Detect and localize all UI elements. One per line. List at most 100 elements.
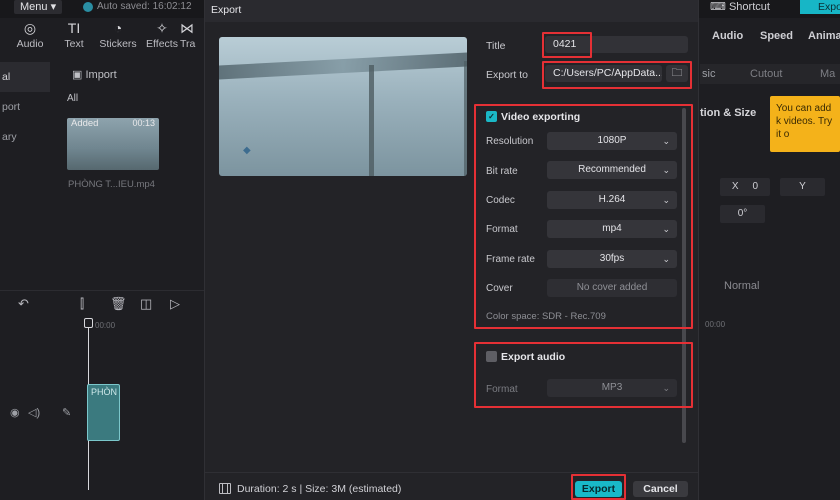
format-select[interactable]: mp4 ⌄ xyxy=(547,220,677,238)
format-label: Format xyxy=(486,224,518,235)
left-nav-item[interactable]: ary xyxy=(0,122,50,152)
tool-transitions-label: Tra xyxy=(180,38,196,50)
chevron-down-icon: ⌄ xyxy=(662,224,670,234)
chevron-down-icon: ⌄ xyxy=(662,165,670,175)
import-label: Import xyxy=(85,69,117,81)
audio-export-heading: Export audio xyxy=(501,351,566,363)
dialog-header xyxy=(205,0,698,22)
tab-animation[interactable]: Anima xyxy=(808,30,840,42)
tool-text[interactable]: TI Text xyxy=(52,20,96,50)
left-nav-item[interactable]: al xyxy=(0,62,50,92)
chevron-down-icon: ⌄ xyxy=(662,136,670,146)
media-toolbar: ◎ Audio TI Text ◔ Stickers ✧ Effects ⋈ Tra xyxy=(0,20,205,56)
delete-icon[interactable]: 🗑 xyxy=(110,296,127,312)
menu-label: Menu xyxy=(20,1,48,13)
subtab-basic[interactable]: sic xyxy=(702,68,715,80)
footer-divider xyxy=(205,472,698,473)
cover-button[interactable]: No cover added xyxy=(547,279,677,297)
bitrate-select[interactable]: Recommended ⌄ xyxy=(547,161,677,179)
framerate-select[interactable]: 30fps ⌄ xyxy=(547,250,677,268)
framerate-value: 30fps xyxy=(599,253,625,264)
codec-value: H.264 xyxy=(598,194,626,205)
tool-stickers[interactable]: ◔ Stickers xyxy=(96,20,140,50)
playhead-handle[interactable] xyxy=(84,318,93,328)
cancel-button[interactable]: Cancel xyxy=(633,481,688,497)
bitrate-value: Recommended xyxy=(578,164,646,175)
blend-mode[interactable]: Normal xyxy=(724,280,759,292)
mute-icon[interactable]: ◁) xyxy=(28,406,40,419)
dialog-title: Export xyxy=(211,4,242,16)
cover-label: Cover xyxy=(486,283,513,294)
tool-effects-label: Effects xyxy=(146,38,178,50)
preview-post xyxy=(464,61,467,176)
highlight-export-button xyxy=(571,474,626,500)
top-export-button[interactable]: Expo xyxy=(800,0,840,14)
ruler-time: 00:00 xyxy=(95,321,116,330)
resolution-select[interactable]: 1080P ⌄ xyxy=(547,132,677,150)
subtab-cutout[interactable]: Cutout xyxy=(750,68,782,80)
media-duration: 00:13 xyxy=(132,118,155,128)
shortcut-label: Shortcut xyxy=(728,1,770,13)
freeze-icon[interactable]: ◫ xyxy=(140,296,152,312)
audio-format-label: Format xyxy=(486,384,518,395)
import-icon: ▣ xyxy=(72,69,83,81)
tip-banner: You can add k videos. Try it o xyxy=(770,96,840,152)
tool-text-label: Text xyxy=(64,38,84,50)
timeline-clip[interactable]: PHÒN xyxy=(87,384,120,441)
chevron-down-icon: ⌄ xyxy=(662,383,670,393)
title-label: Title xyxy=(486,40,506,52)
clip-label: PHÒN xyxy=(91,387,118,397)
left-nav: al port ary xyxy=(0,62,50,152)
preview-post xyxy=(369,65,374,176)
export-dialog: Export ◆ Title 0421 Export to C:/Users/P… xyxy=(204,0,699,500)
film-icon xyxy=(219,483,231,494)
shortcut-button[interactable]: ⌨ Shortcut xyxy=(710,0,770,13)
pos-x-label: X xyxy=(731,181,739,192)
eye-icon[interactable]: ◉ xyxy=(10,406,20,419)
tool-effects[interactable]: ✧ Effects xyxy=(140,20,184,50)
cover-edit-icon[interactable]: ✎ xyxy=(62,406,71,419)
audio-format-value: MP3 xyxy=(601,382,623,393)
codec-select[interactable]: H.264 ⌄ xyxy=(547,191,677,209)
menu-button[interactable]: Menu ▾ xyxy=(14,0,63,14)
stickers-icon: ◔ xyxy=(113,20,123,36)
tool-stickers-label: Stickers xyxy=(99,38,137,50)
pos-x-field[interactable]: X 0 xyxy=(720,178,770,196)
subtab-mask[interactable]: Ma xyxy=(820,68,835,80)
chevron-down-icon: ⌄ xyxy=(662,195,670,205)
tool-audio[interactable]: ◎ Audio xyxy=(8,20,52,50)
keyboard-icon: ⌨ xyxy=(710,1,726,13)
split-icon[interactable]: ⫿ xyxy=(80,296,84,312)
bitrate-label: Bit rate xyxy=(486,166,518,177)
resolution-label: Resolution xyxy=(486,136,534,147)
duration-size-info: Duration: 2 s | Size: 3M (estimated) xyxy=(237,483,402,495)
video-export-heading: Video exporting xyxy=(501,111,581,123)
text-icon: TI xyxy=(67,20,81,36)
tab-speed[interactable]: Speed xyxy=(760,30,793,42)
media-filename: PHÒNG T...IEU.mp4 xyxy=(68,179,155,190)
undo-icon[interactable]: ↶ xyxy=(18,296,29,312)
tool-audio-label: Audio xyxy=(16,38,44,50)
audio-export-checkbox[interactable] xyxy=(486,351,497,362)
format-value: mp4 xyxy=(602,223,622,234)
chevron-down-icon: ⌄ xyxy=(662,254,670,264)
video-preview: ◆ xyxy=(219,37,467,176)
video-export-checkbox[interactable]: ✓ xyxy=(486,111,497,122)
play-icon[interactable]: ▷ xyxy=(170,296,180,312)
framerate-label: Frame rate xyxy=(486,254,535,265)
rotate-field[interactable]: 0° xyxy=(720,205,765,223)
preview-mark: ◆ xyxy=(243,145,251,156)
preview-rail xyxy=(219,52,467,80)
media-thumbnail[interactable]: Added 00:13 xyxy=(67,118,159,170)
left-nav-item[interactable]: port xyxy=(0,92,50,122)
autosave-icon xyxy=(83,2,93,12)
tab-audio[interactable]: Audio xyxy=(712,30,743,42)
all-filter[interactable]: All xyxy=(67,93,78,104)
export-to-label: Export to xyxy=(486,69,529,81)
pos-y-field[interactable]: Y xyxy=(780,178,825,196)
import-button[interactable]: ▣ Import xyxy=(72,68,117,81)
highlight-title xyxy=(542,32,592,58)
codec-label: Codec xyxy=(486,195,515,206)
audio-format-select[interactable]: MP3 ⌄ xyxy=(547,379,677,397)
audio-icon: ◎ xyxy=(23,20,37,36)
